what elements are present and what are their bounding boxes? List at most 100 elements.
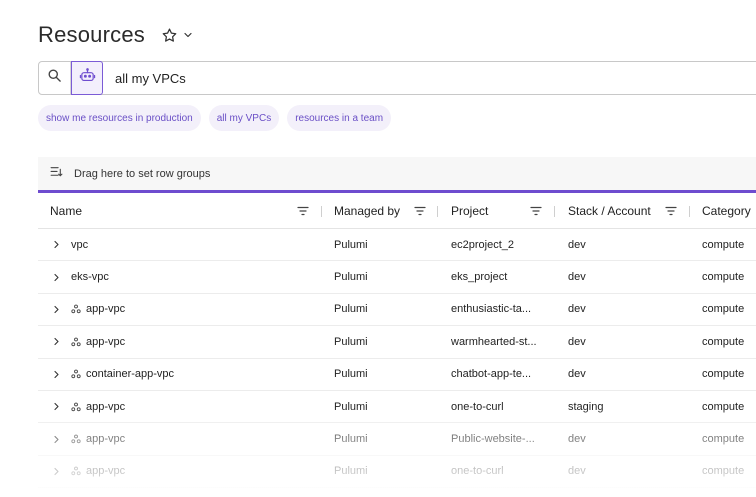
suggestion-chip-vpcs[interactable]: all my VPCs bbox=[208, 105, 280, 131]
stack-cell: dev bbox=[568, 238, 586, 251]
filter-icon[interactable] bbox=[530, 193, 542, 228]
category-cell: compute bbox=[702, 271, 745, 284]
column-header-name[interactable]: Name bbox=[50, 193, 82, 228]
table-row[interactable]: vpc Pulumi ec2project_2 dev compute bbox=[38, 229, 756, 262]
chevron-right-icon[interactable] bbox=[52, 359, 61, 390]
project-cell: one-to-curl bbox=[451, 400, 504, 413]
search-bar bbox=[38, 60, 756, 95]
robot-icon bbox=[79, 67, 96, 89]
name-cell: vpc bbox=[71, 229, 88, 260]
page-title: Resources bbox=[38, 22, 145, 47]
stack-cell: dev bbox=[568, 433, 586, 446]
resource-name[interactable]: app-vpc bbox=[86, 433, 125, 445]
column-separator[interactable] bbox=[437, 206, 438, 217]
chevron-right-icon[interactable] bbox=[52, 229, 61, 260]
resources-page: Resources show me resources in productio… bbox=[0, 0, 756, 497]
stack-cell: dev bbox=[568, 271, 586, 284]
chevron-right-icon[interactable] bbox=[52, 326, 61, 357]
component-icon bbox=[71, 402, 81, 412]
project-cell: Public-website-... bbox=[451, 433, 535, 446]
category-cell: compute bbox=[702, 433, 745, 446]
ai-assistant-button[interactable] bbox=[71, 60, 103, 95]
search-button[interactable] bbox=[39, 62, 71, 94]
component-icon bbox=[71, 337, 81, 347]
suggestion-chip-production[interactable]: show me resources in production bbox=[38, 105, 201, 131]
resource-name[interactable]: app-vpc bbox=[86, 303, 125, 315]
managed-by-cell: Pulumi bbox=[334, 465, 368, 478]
managed-by-cell: Pulumi bbox=[334, 271, 368, 284]
chevron-right-icon[interactable] bbox=[52, 456, 61, 487]
resource-name[interactable]: vpc bbox=[71, 239, 88, 251]
project-cell: enthusiastic-ta... bbox=[451, 303, 532, 316]
suggestion-chip-team[interactable]: resources in a team bbox=[287, 105, 392, 131]
stack-cell: dev bbox=[568, 465, 586, 478]
column-header-category[interactable]: Category bbox=[702, 193, 751, 228]
title-row: Resources bbox=[38, 22, 194, 48]
name-cell: app-vpc bbox=[71, 423, 125, 454]
column-header-project[interactable]: Project bbox=[451, 193, 488, 228]
table-row[interactable]: container-app-vpc Pulumi chatbot-app-te.… bbox=[38, 359, 756, 391]
name-cell: container-app-vpc bbox=[71, 359, 174, 390]
resource-name[interactable]: app-vpc bbox=[86, 401, 125, 413]
category-cell: compute bbox=[702, 465, 745, 478]
resource-name[interactable]: eks-vpc bbox=[71, 271, 109, 283]
stack-cell: dev bbox=[568, 368, 586, 381]
component-icon bbox=[71, 304, 81, 314]
grid-body: vpc Pulumi ec2project_2 dev compute eks-… bbox=[38, 229, 756, 489]
resource-name[interactable]: app-vpc bbox=[86, 336, 125, 348]
chevron-right-icon[interactable] bbox=[52, 261, 61, 292]
managed-by-cell: Pulumi bbox=[334, 433, 368, 446]
chevron-right-icon[interactable] bbox=[52, 391, 61, 422]
name-cell: app-vpc bbox=[71, 391, 125, 422]
category-cell: compute bbox=[702, 303, 745, 316]
star-icon[interactable] bbox=[161, 27, 178, 44]
project-cell: ec2project_2 bbox=[451, 238, 514, 251]
suggestion-chips: show me resources in production all my V… bbox=[38, 105, 392, 131]
name-cell: app-vpc bbox=[71, 456, 125, 487]
table-row[interactable]: app-vpc Pulumi Public-website-... dev co… bbox=[38, 423, 756, 456]
table-row[interactable]: app-vpc Pulumi one-to-curl dev compute bbox=[38, 456, 756, 489]
column-header-stack-account[interactable]: Stack / Account bbox=[568, 193, 651, 228]
category-cell: compute bbox=[702, 335, 745, 348]
row-groups-icon bbox=[50, 166, 63, 181]
project-cell: eks_project bbox=[451, 271, 508, 284]
project-cell: chatbot-app-te... bbox=[451, 368, 532, 381]
category-cell: compute bbox=[702, 400, 745, 413]
column-header-managed-by[interactable]: Managed by bbox=[334, 193, 400, 228]
project-cell: warmhearted-st... bbox=[451, 335, 537, 348]
column-separator[interactable] bbox=[554, 206, 555, 217]
resource-name[interactable]: container-app-vpc bbox=[86, 368, 174, 380]
search-input[interactable] bbox=[115, 70, 715, 86]
stack-cell: dev bbox=[568, 335, 586, 348]
search-icon bbox=[47, 68, 62, 88]
grid-header: Name Managed by Project Stack / Account … bbox=[38, 193, 756, 229]
component-icon bbox=[71, 434, 81, 444]
component-icon bbox=[71, 466, 81, 476]
table-row[interactable]: app-vpc Pulumi warmhearted-st... dev com… bbox=[38, 326, 756, 359]
filter-icon[interactable] bbox=[665, 193, 677, 228]
row-group-label: Drag here to set row groups bbox=[74, 167, 211, 180]
name-cell: app-vpc bbox=[71, 326, 125, 357]
project-cell: one-to-curl bbox=[451, 465, 504, 478]
resources-grid: Drag here to set row groups Name Managed… bbox=[38, 157, 756, 497]
column-separator[interactable] bbox=[689, 206, 690, 217]
row-group-drop-zone[interactable]: Drag here to set row groups bbox=[38, 157, 756, 193]
column-separator[interactable] bbox=[321, 206, 322, 217]
resource-name[interactable]: app-vpc bbox=[86, 465, 125, 477]
name-cell: app-vpc bbox=[71, 294, 125, 325]
filter-icon[interactable] bbox=[414, 193, 426, 228]
managed-by-cell: Pulumi bbox=[334, 335, 368, 348]
chevron-right-icon[interactable] bbox=[52, 423, 61, 454]
managed-by-cell: Pulumi bbox=[334, 238, 368, 251]
chevron-right-icon[interactable] bbox=[52, 294, 61, 325]
managed-by-cell: Pulumi bbox=[334, 303, 368, 316]
category-cell: compute bbox=[702, 238, 745, 251]
chevron-down-icon[interactable] bbox=[182, 29, 194, 41]
table-row[interactable]: eks-vpc Pulumi eks_project dev compute bbox=[38, 261, 756, 294]
managed-by-cell: Pulumi bbox=[334, 400, 368, 413]
table-row[interactable]: app-vpc Pulumi one-to-curl staging compu… bbox=[38, 391, 756, 424]
table-row[interactable]: app-vpc Pulumi enthusiastic-ta... dev co… bbox=[38, 294, 756, 327]
name-cell: eks-vpc bbox=[71, 261, 109, 292]
stack-cell: staging bbox=[568, 400, 604, 413]
filter-icon[interactable] bbox=[297, 193, 309, 228]
